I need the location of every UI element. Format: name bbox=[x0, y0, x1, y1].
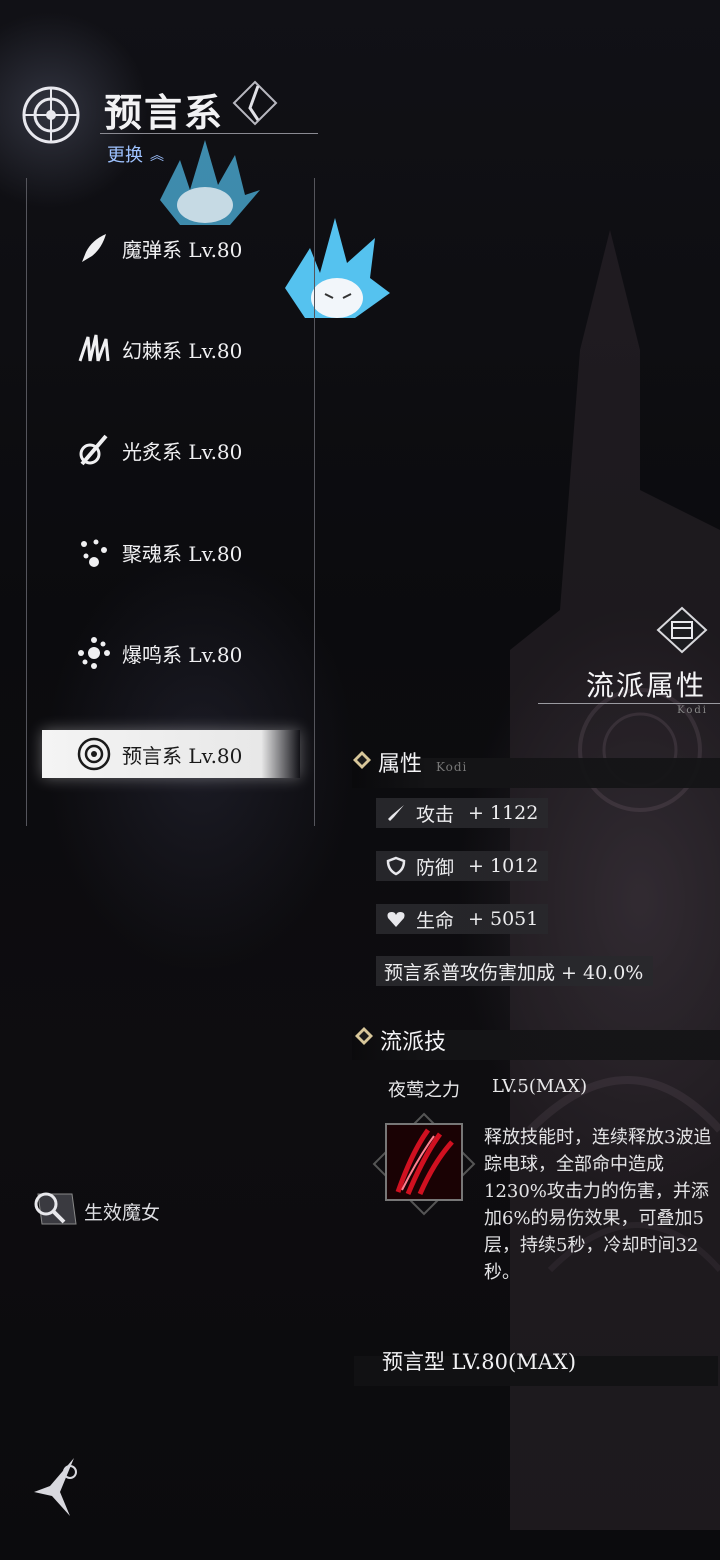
ice-spirit-icon bbox=[160, 140, 260, 225]
sword-icon bbox=[388, 805, 404, 821]
school-item-label: 爆鸣系 Lv.80 bbox=[122, 642, 243, 667]
skill-description: 释放技能时，连续释放3波追踪电球，全部命中造成1230%攻击力的伤害，并添加6%… bbox=[484, 1127, 712, 1283]
school-item-burst[interactable]: 爆鸣系 Lv.80 bbox=[76, 629, 306, 677]
chest-icon bbox=[656, 606, 708, 654]
heart-icon bbox=[387, 912, 405, 927]
shield-icon bbox=[386, 856, 406, 876]
magic-bullet-icon bbox=[82, 234, 106, 262]
school-item-label: 魔弹系 Lv.80 bbox=[122, 237, 243, 262]
stat-value: + 1122 bbox=[468, 802, 539, 824]
stat-value: + 5051 bbox=[468, 908, 539, 930]
school-item-prophecy[interactable]: 预言系 Lv.80 bbox=[42, 730, 300, 778]
change-button[interactable]: 更换 bbox=[107, 141, 143, 167]
burst-orbs-icon bbox=[78, 637, 110, 669]
skill-header: 流派技 bbox=[380, 1030, 447, 1055]
section-subtitle: Kodi bbox=[677, 705, 708, 716]
back-wing-icon[interactable] bbox=[30, 1452, 86, 1522]
attributes-subtitle: Kodi bbox=[436, 760, 468, 774]
school-item-magic-bullet[interactable]: 魔弹系 Lv.80 bbox=[76, 224, 306, 272]
skill-name: 夜莺之力 bbox=[388, 1080, 460, 1101]
attributes-header: 属性 bbox=[378, 752, 423, 777]
prophecy-sigil-icon bbox=[77, 737, 111, 771]
page-title: 预言系 bbox=[104, 90, 225, 135]
school-item-soul[interactable]: 聚魂系 Lv.80 bbox=[76, 528, 306, 576]
stat-attack: 攻击 + 1122 bbox=[376, 798, 549, 828]
stat-defense: 防御 + 1012 bbox=[376, 851, 549, 881]
type-level: 预言型 LV.80(MAX) bbox=[382, 1350, 577, 1374]
title-underline bbox=[100, 133, 318, 134]
stat-value: + 1012 bbox=[468, 855, 539, 877]
stat-name: 攻击 bbox=[416, 803, 455, 826]
thorn-icon bbox=[78, 334, 110, 362]
effect-witch-button[interactable]: 生效魔女 bbox=[84, 1198, 160, 1225]
magnifier-icon[interactable] bbox=[28, 1186, 78, 1232]
school-item-label: 聚魂系 Lv.80 bbox=[122, 541, 243, 566]
prophecy-emblem-icon bbox=[22, 86, 80, 144]
school-item-label: 幻棘系 Lv.80 bbox=[122, 338, 243, 363]
list-frame-left bbox=[26, 178, 27, 826]
section-underline bbox=[538, 703, 720, 704]
skill-level: LV.5(MAX) bbox=[492, 1076, 588, 1097]
school-item-label: 预言系 Lv.80 bbox=[122, 743, 243, 768]
gold-diamond-icon bbox=[353, 751, 371, 769]
stat-hp: 生命 + 5051 bbox=[376, 904, 549, 934]
list-frame-right bbox=[314, 178, 315, 826]
gold-diamond-icon bbox=[355, 1027, 373, 1045]
bonus-text: 预言系普攻伤害加成 + 40.0% bbox=[384, 961, 644, 984]
stat-bonus: 预言系普攻伤害加成 + 40.0% bbox=[376, 956, 654, 986]
stat-name: 生命 bbox=[416, 909, 455, 932]
claw-slash-skill-icon[interactable] bbox=[372, 1112, 476, 1216]
light-blade-icon bbox=[79, 434, 108, 466]
school-item-light[interactable]: 光炙系 Lv.80 bbox=[76, 426, 306, 474]
rune-diamond-icon bbox=[232, 80, 278, 126]
school-item-label: 光炙系 Lv.80 bbox=[122, 439, 243, 464]
school-item-thorn[interactable]: 幻棘系 Lv.80 bbox=[76, 325, 306, 373]
stat-name: 防御 bbox=[416, 856, 455, 879]
soul-orbs-icon bbox=[81, 539, 107, 567]
section-title: 流派属性 bbox=[585, 669, 706, 702]
